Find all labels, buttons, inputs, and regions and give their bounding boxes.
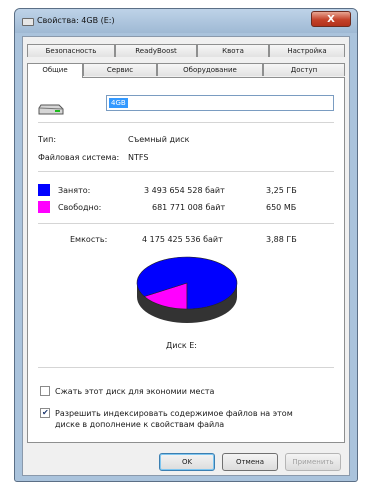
tab-customize[interactable]: Настройка (269, 44, 345, 57)
tab-row-1: Безопасность ReadyBoost Квота Настройка (27, 44, 345, 57)
ok-button[interactable]: OK (159, 453, 215, 471)
dialog-client: Безопасность ReadyBoost Квота Настройка … (22, 36, 350, 476)
check-mark-icon: ✔ (42, 408, 49, 417)
index-label-line-2[interactable]: диске в дополнение к свойствам файла (55, 420, 224, 429)
drive-name-selected-text: 4GB (109, 98, 128, 108)
free-size: 650 МБ (266, 203, 297, 212)
index-checkbox[interactable]: ✔ (40, 408, 50, 418)
close-button[interactable]: X (311, 11, 351, 27)
free-label: Свободно: (58, 203, 102, 212)
tab-hardware[interactable]: Оборудование (157, 63, 263, 76)
used-color-swatch (38, 184, 50, 196)
tab-quota[interactable]: Квота (197, 44, 269, 57)
disk-usage-pie (136, 256, 238, 323)
free-color-swatch (38, 201, 50, 213)
used-size: 3,25 ГБ (266, 186, 297, 195)
tab-tools[interactable]: Сервис (83, 63, 157, 76)
filesystem-value: NTFS (128, 153, 149, 162)
window-title: Свойства: 4GB (E:) (37, 16, 115, 25)
used-bytes: 3 493 654 528 байт (144, 186, 225, 195)
divider-middle (38, 171, 334, 172)
title-bar[interactable]: Свойства: 4GB (E:) X (15, 9, 357, 33)
divider-top (38, 122, 334, 123)
type-label: Тип: (38, 135, 57, 144)
disk-label: Диск E: (166, 341, 197, 350)
cancel-button[interactable]: Отмена (222, 453, 278, 471)
divider-bottom (38, 367, 334, 368)
filesystem-label: Файловая система: (38, 153, 120, 162)
drive-icon (38, 104, 64, 115)
free-bytes: 681 771 008 байт (152, 203, 226, 212)
drive-title-icon (22, 18, 34, 26)
drive-name-input[interactable]: 4GB (106, 95, 334, 111)
type-value: Съемный диск (128, 135, 190, 144)
used-label: Занято: (58, 186, 91, 195)
tab-general[interactable]: Общие (27, 63, 83, 78)
capacity-size: 3,88 ГБ (266, 235, 297, 244)
divider-capacity (38, 223, 334, 224)
compress-label[interactable]: Сжать этот диск для экономии места (55, 387, 214, 396)
general-panel: 4GB Тип: Съемный диск Файловая система: … (27, 77, 345, 443)
capacity-bytes: 4 175 425 536 байт (142, 235, 223, 244)
tab-readyboost[interactable]: ReadyBoost (115, 44, 197, 57)
properties-window: Свойства: 4GB (E:) X Безопасность ReadyB… (14, 8, 358, 482)
tab-sharing[interactable]: Доступ (263, 63, 345, 76)
tab-row-2: Общие Сервис Оборудование Доступ (27, 63, 345, 78)
apply-button[interactable]: Применить (285, 453, 341, 471)
compress-checkbox[interactable] (40, 386, 50, 396)
tab-security[interactable]: Безопасность (27, 44, 115, 57)
capacity-label: Емкость: (70, 235, 108, 244)
index-label-line-1[interactable]: Разрешить индексировать содержимое файло… (55, 409, 293, 418)
